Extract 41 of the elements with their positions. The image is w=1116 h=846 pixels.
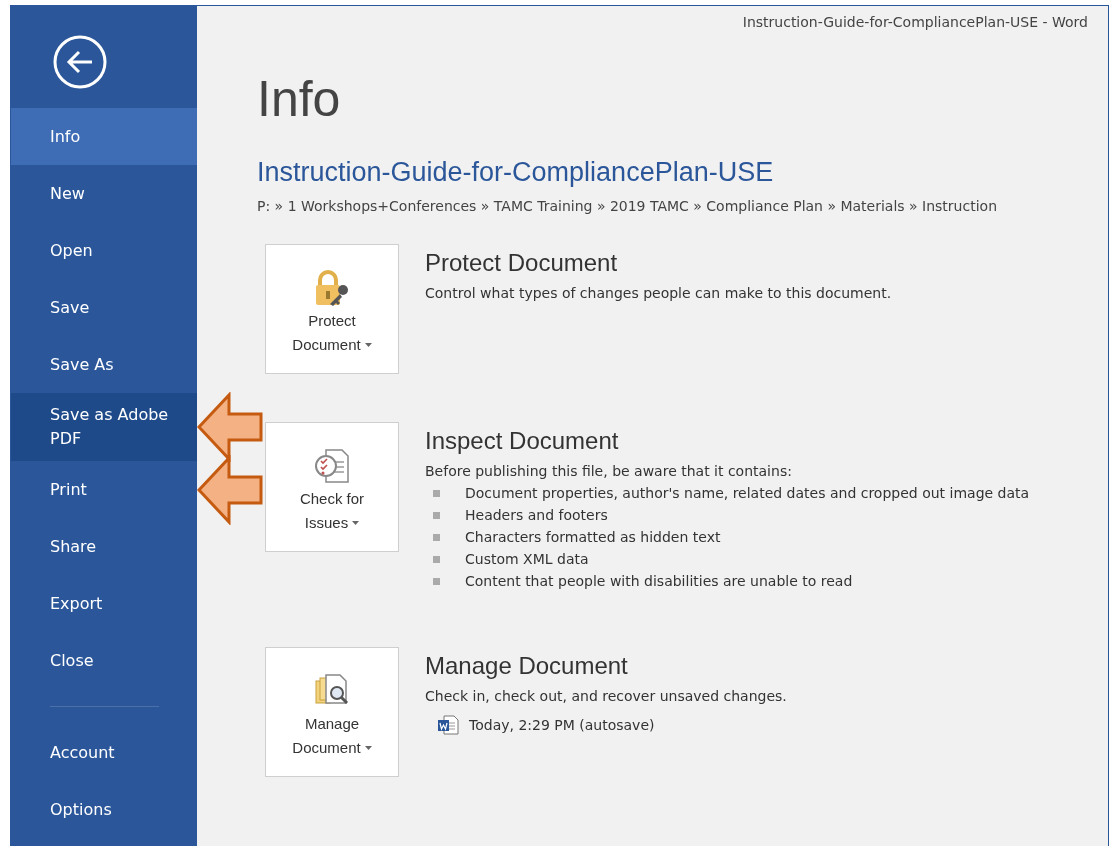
caret-icon xyxy=(364,746,372,750)
bullet-icon xyxy=(433,511,440,519)
window-title: Instruction-Guide-for-CompliancePlan-USE - Word xyxy=(742,14,1088,30)
sidebar-item[interactable]: Info xyxy=(11,108,197,165)
page-heading: Info xyxy=(257,74,342,124)
inspect-document-button[interactable]: Check for Issues xyxy=(265,422,399,552)
section-title: Manage Document xyxy=(425,652,629,680)
document-name: Instruction-Guide-for-CompliancePlan-USE xyxy=(257,157,775,188)
bullet-icon xyxy=(433,577,440,585)
section-title: Protect Document xyxy=(425,249,619,277)
protect-document-button[interactable]: Protect Document xyxy=(265,244,399,374)
caret-icon xyxy=(364,343,372,347)
caret-icon xyxy=(352,521,360,525)
sidebar-item[interactable]: Open xyxy=(11,222,197,279)
bullet-text: Custom XML data xyxy=(465,551,589,567)
section-description: Before publishing this file, be aware that it contains: xyxy=(425,463,793,479)
bullet-icon xyxy=(433,489,440,497)
bullet-icon xyxy=(433,555,440,563)
sidebar-item[interactable]: Save As xyxy=(11,336,197,393)
section-description: Control what types of changes people can make to this document. xyxy=(425,285,892,301)
sidebar-item[interactable]: Save xyxy=(11,279,197,336)
bullet-text: Document properties, author's name, related dates and cropped out image data xyxy=(465,485,1030,501)
sidebar-item[interactable]: Account xyxy=(11,724,197,781)
sidebar-item[interactable]: New xyxy=(11,165,197,222)
sidebar-item[interactable]: Save as Adobe PDF xyxy=(11,393,197,461)
file-path: P: » 1 Workshops+Conferences » TAMC Training » 2019 TAMC » Compliance Plan » Materials » Instruction xyxy=(257,198,998,214)
bullet-text: Content that people with disabilities are unable to read xyxy=(465,573,853,589)
manage-document-button[interactable]: Manage Document xyxy=(265,647,399,777)
bullet-text: Characters formatted as hidden text xyxy=(465,529,721,545)
sidebar-item[interactable]: Share xyxy=(11,518,197,575)
sidebar-item[interactable]: Close xyxy=(11,632,197,689)
sidebar-item[interactable]: Export xyxy=(11,575,197,632)
bullet-icon xyxy=(433,533,440,541)
sidebar-item[interactable]: Print xyxy=(11,461,197,518)
checklist-document-icon xyxy=(312,446,352,486)
version-entry[interactable]: Today, 2:29 PM (autosave) xyxy=(469,717,655,733)
section-title: Inspect Document xyxy=(425,427,620,455)
bullet-text: Headers and footers xyxy=(465,507,608,523)
section-description: Check in, check out, and recover unsaved changes. xyxy=(425,688,787,704)
word-document-icon xyxy=(437,714,459,736)
sidebar-item[interactable]: Options xyxy=(11,781,197,838)
